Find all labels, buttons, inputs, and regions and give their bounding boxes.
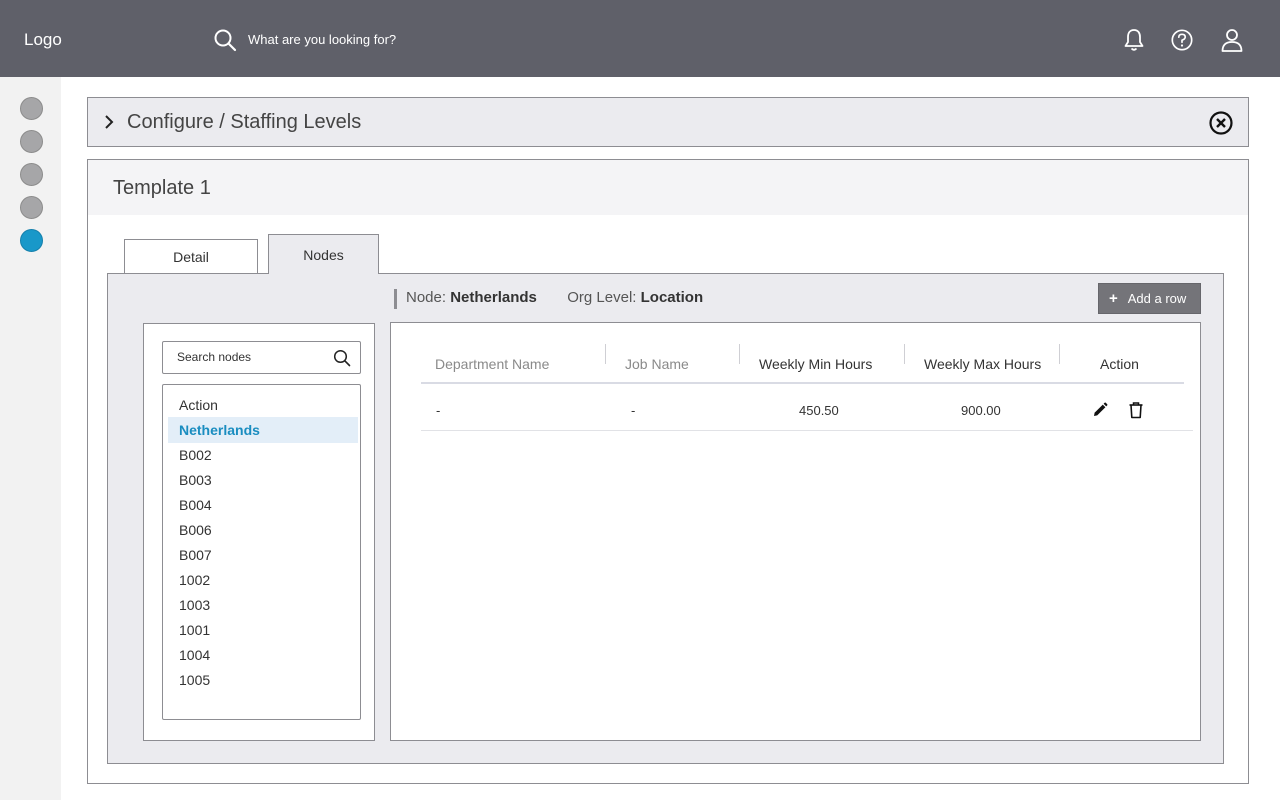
add-row-label: Add a row (1127, 291, 1187, 306)
close-icon[interactable] (1208, 110, 1234, 136)
node-item-b007[interactable]: B007 (168, 542, 358, 568)
sidebar-item-3[interactable] (20, 163, 43, 186)
page-title: Configure / Staffing Levels (127, 111, 362, 133)
node-item-1004[interactable]: 1004 (168, 642, 358, 668)
sidebar-item-1[interactable] (20, 97, 43, 120)
node-item-b003[interactable]: B003 (168, 467, 358, 493)
node-item-b002[interactable]: B002 (168, 442, 358, 468)
edit-icon[interactable] (1091, 401, 1109, 419)
column-header-department[interactable]: Department Name (435, 356, 549, 376)
search-icon[interactable] (333, 349, 351, 367)
node-search (162, 341, 361, 374)
user-icon[interactable] (1220, 27, 1244, 53)
node-item-b004[interactable]: B004 (168, 492, 358, 518)
cell-max-hours: 900.00 (961, 403, 1001, 418)
cell-job: - (631, 403, 636, 418)
node-item-action[interactable]: Action (168, 392, 358, 418)
org-level-label: Org Level: (567, 289, 637, 306)
sidebar-item-2[interactable] (20, 130, 43, 153)
logo[interactable]: Logo (24, 30, 62, 50)
card-header: Template 1 (88, 160, 1248, 215)
sidebar (0, 77, 61, 800)
column-header-action: Action (1100, 356, 1139, 372)
help-icon[interactable] (1170, 27, 1194, 53)
node-list: Action Netherlands B002 B003 B004 B006 B… (162, 384, 361, 720)
node-item-netherlands[interactable]: Netherlands (168, 417, 358, 443)
node-item-b006[interactable]: B006 (168, 517, 358, 543)
tab-nodes[interactable]: Nodes (268, 234, 379, 274)
table-row (421, 430, 1193, 431)
global-search-input[interactable]: What are you looking for? (248, 32, 396, 47)
column-header-min-hours[interactable]: Weekly Min Hours (759, 356, 872, 376)
top-bar: Logo What are you looking for? (0, 0, 1280, 77)
add-row-button[interactable]: + Add a row (1098, 283, 1201, 314)
org-level-value: Location (640, 289, 704, 306)
column-header-job[interactable]: Job Name (625, 356, 689, 376)
delete-icon[interactable] (1127, 401, 1145, 419)
cell-department: - (436, 403, 441, 418)
column-header-max-hours[interactable]: Weekly Max Hours (924, 356, 1041, 376)
plus-icon: + (1109, 290, 1118, 307)
sidebar-item-5[interactable] (20, 229, 43, 252)
search-icon[interactable] (213, 28, 237, 52)
sidebar-item-4[interactable] (20, 196, 43, 219)
staffing-table: Department Name Job Name Weekly Min Hour… (390, 322, 1201, 741)
node-item-1003[interactable]: 1003 (168, 592, 358, 618)
breadcrumb: Configure / Staffing Levels (87, 97, 1249, 147)
node-item-1005[interactable]: 1005 (168, 667, 358, 693)
node-item-1002[interactable]: 1002 (168, 567, 358, 593)
node-label: Node: (406, 289, 447, 306)
node-search-input[interactable] (177, 350, 327, 364)
tab-detail[interactable]: Detail (124, 239, 258, 274)
chevron-right-icon[interactable] (102, 113, 116, 131)
card-title: Template 1 (113, 177, 211, 199)
node-value: Netherlands (450, 289, 537, 306)
bell-icon[interactable] (1122, 27, 1146, 53)
cell-min-hours: 450.50 (799, 403, 839, 418)
node-item-1001[interactable]: 1001 (168, 617, 358, 643)
node-info: Node: Netherlands Org Level: Location (394, 289, 703, 309)
